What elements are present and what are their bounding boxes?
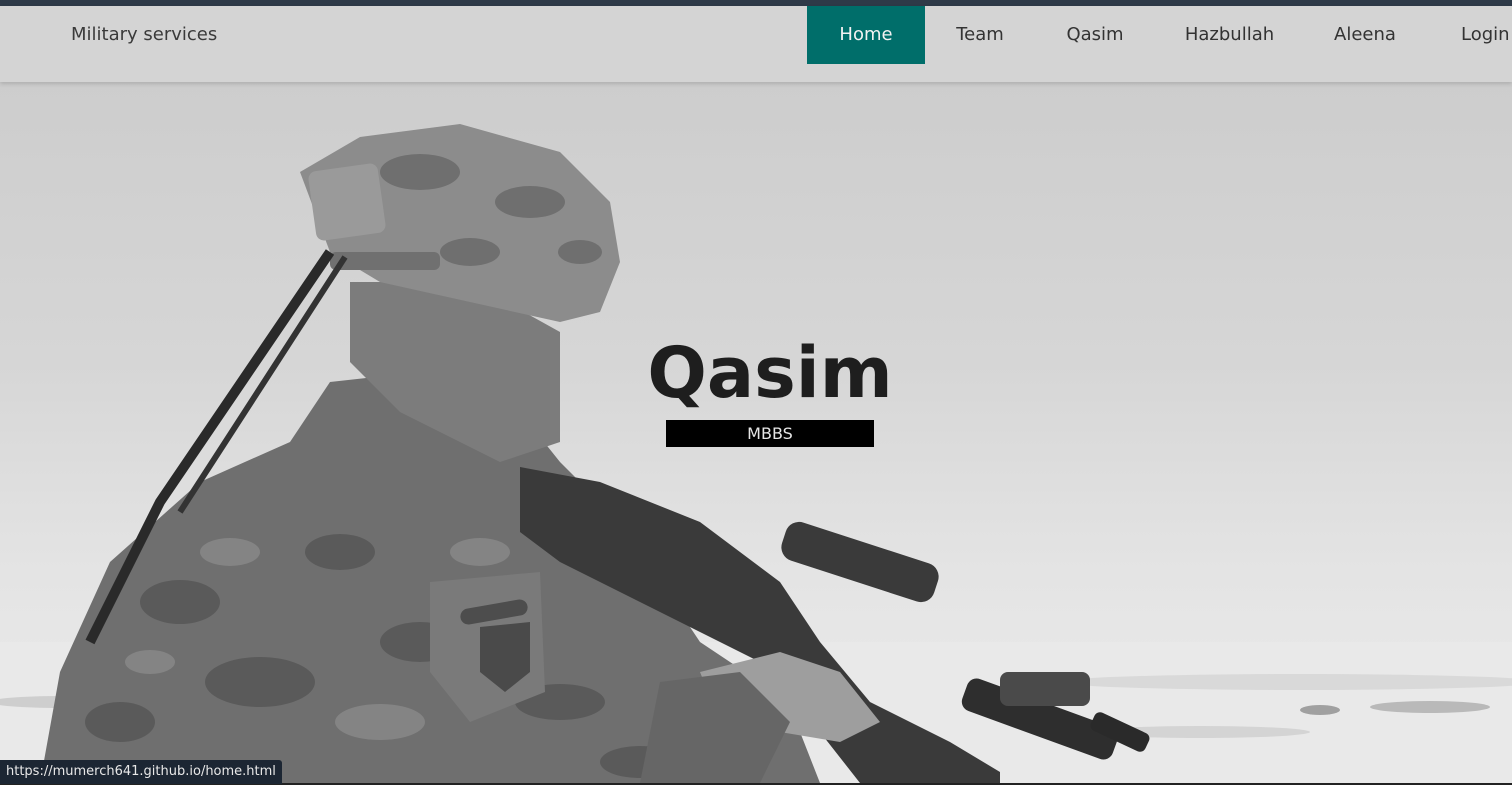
- hero-banner: Qasim MBBS: [0, 82, 1512, 783]
- hero-title: Qasim: [647, 332, 893, 414]
- link-status-bar: https://mumerch641.github.io/home.html: [0, 760, 282, 784]
- nav-item-hazbullah[interactable]: Hazbullah: [1172, 6, 1287, 64]
- nav-item-qasim[interactable]: Qasim: [1053, 6, 1137, 64]
- navbar: Military services Home Team Qasim Hazbul…: [0, 6, 1512, 82]
- nav-item-login[interactable]: Login: [1446, 6, 1512, 64]
- nav-item-aleena[interactable]: Aleena: [1320, 6, 1410, 64]
- brand-link[interactable]: Military services: [71, 24, 217, 45]
- nav-item-home[interactable]: Home: [807, 6, 925, 64]
- nav-item-team[interactable]: Team: [939, 6, 1021, 64]
- hero-badge: MBBS: [666, 420, 874, 447]
